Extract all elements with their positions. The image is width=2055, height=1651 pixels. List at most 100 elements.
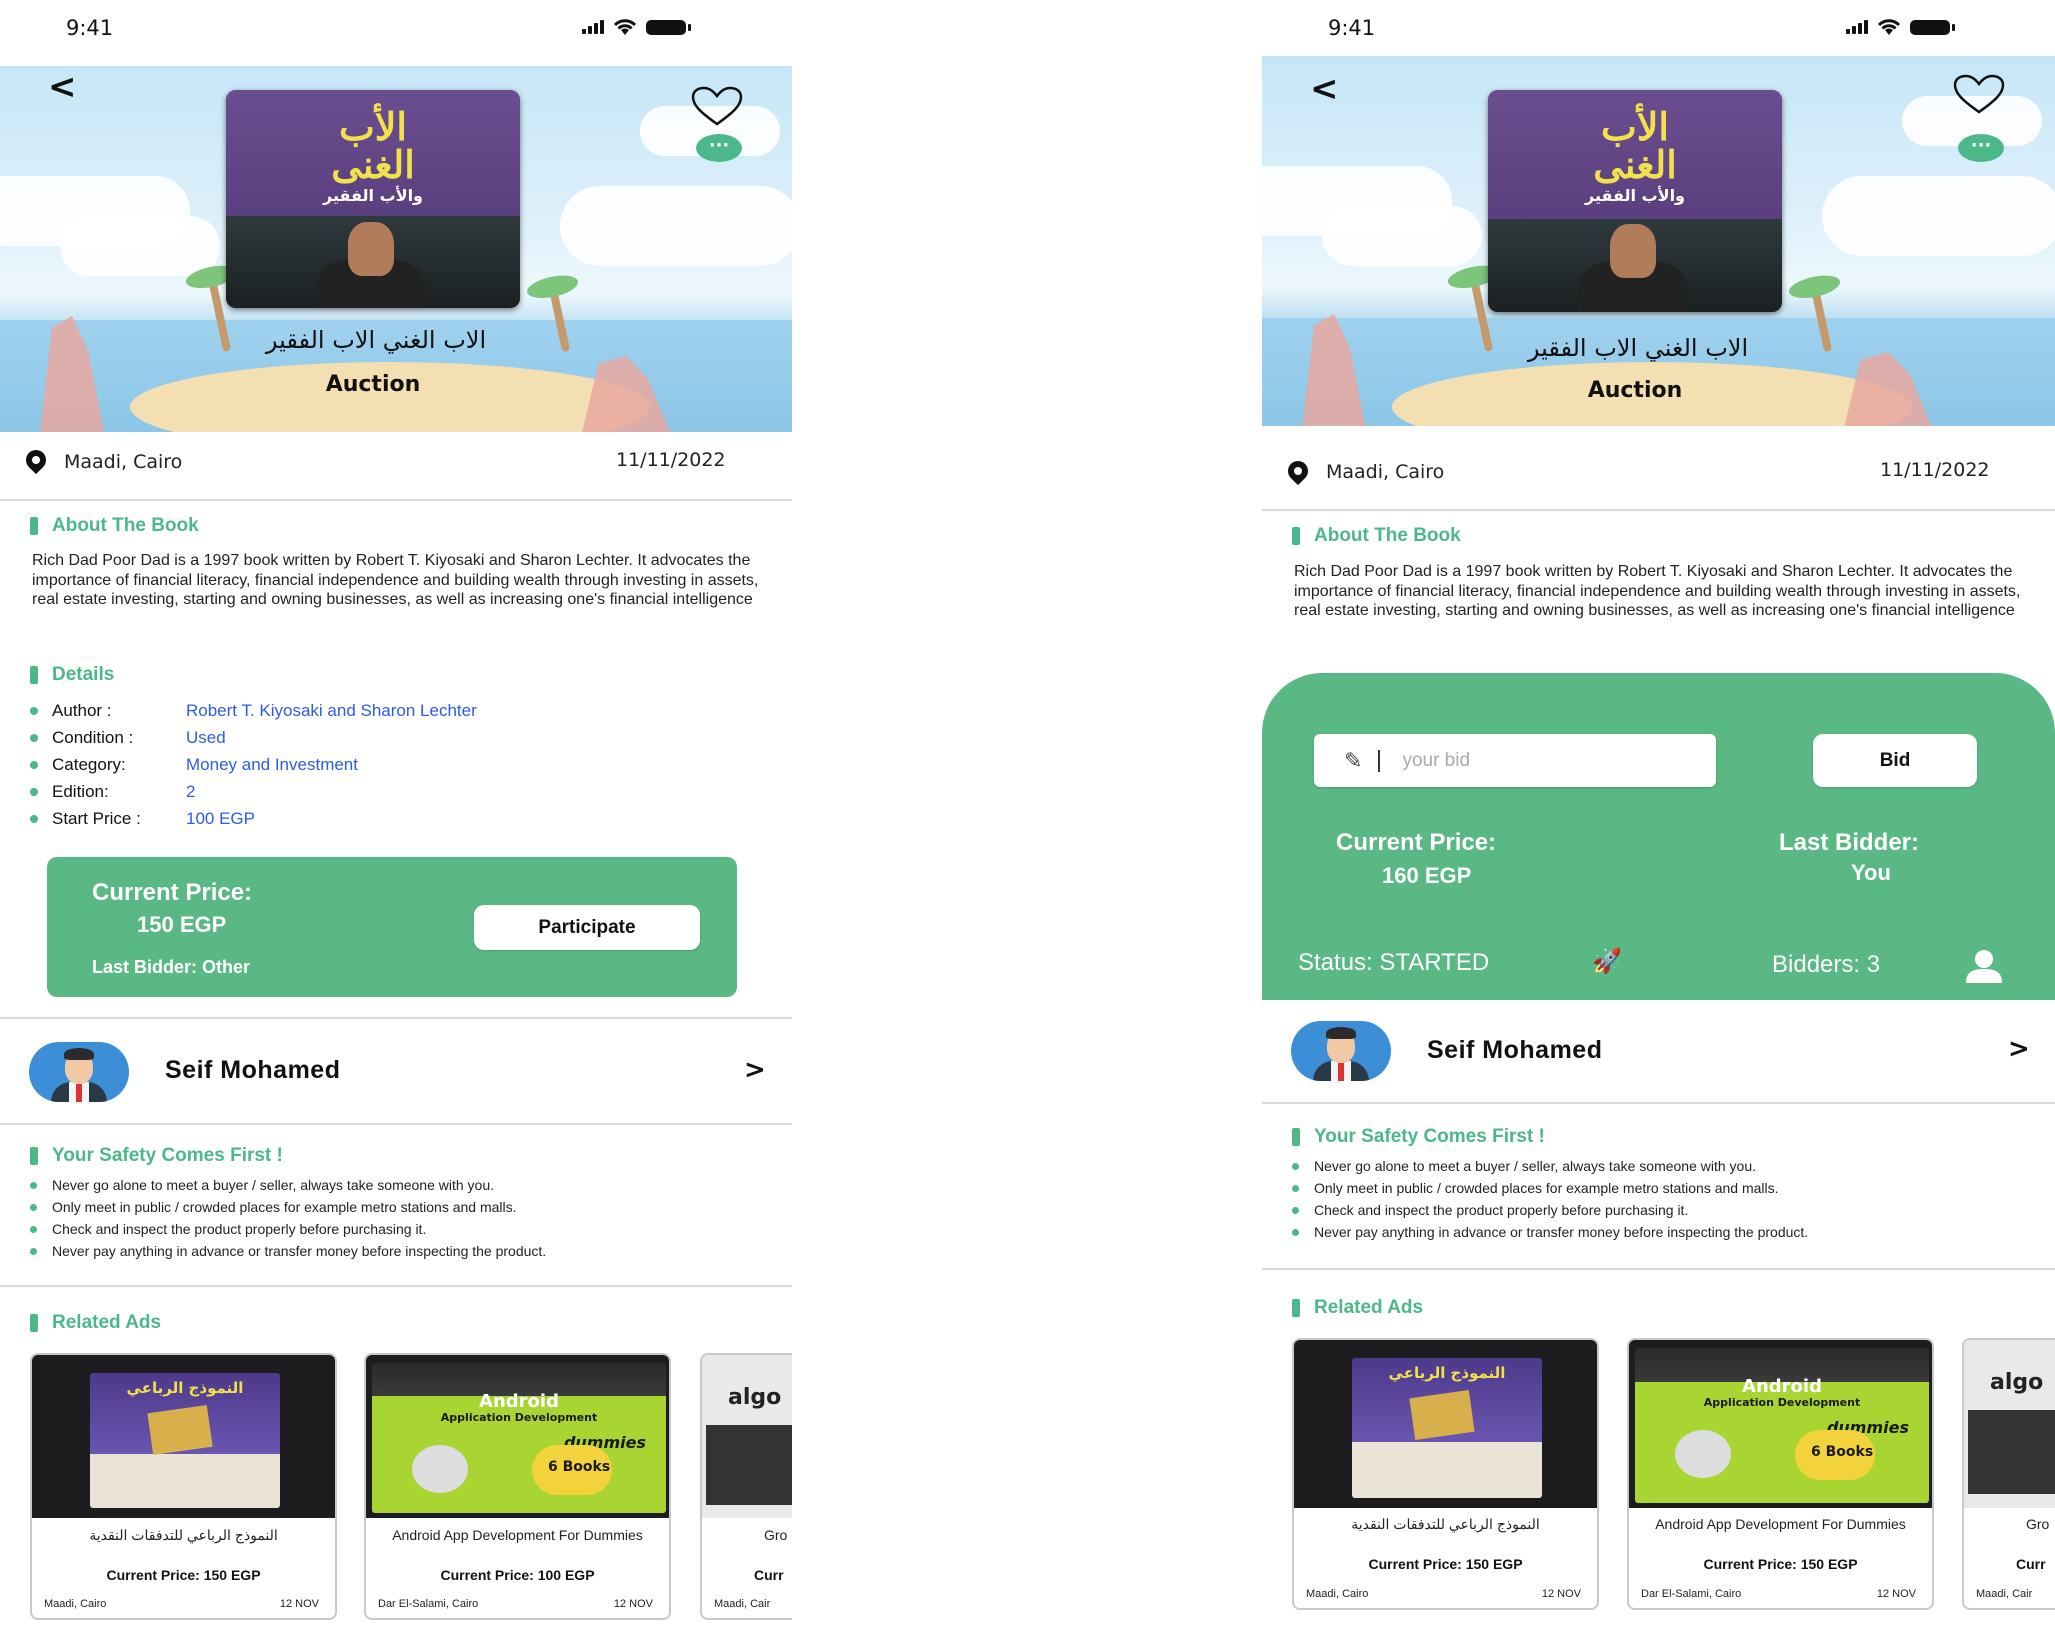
seller-avatar bbox=[1291, 1021, 1391, 1081]
heart-icon[interactable] bbox=[690, 86, 744, 128]
signal-icon bbox=[1846, 20, 1868, 34]
book-cover-image: الأب الغنى والأب الفقير bbox=[226, 90, 520, 308]
listing-date: 11/11/2022 bbox=[616, 449, 726, 471]
thumb-text: Application Development bbox=[440, 1411, 598, 1424]
cover-text-line2: الغنى bbox=[1593, 142, 1677, 187]
listing-type: Auction bbox=[325, 372, 421, 397]
ad-title: Android App Development For Dummies bbox=[392, 1527, 643, 1543]
about-heading-text: About The Book bbox=[1314, 525, 1461, 546]
current-price-value: 150 EGP bbox=[137, 912, 227, 937]
ad-location: Maadi, Cairo bbox=[1306, 1588, 1369, 1600]
about-heading-text: About The Book bbox=[52, 515, 199, 536]
safety-heading: Your Safety Comes First ! bbox=[30, 1145, 283, 1167]
bid-input[interactable] bbox=[1402, 749, 1603, 772]
about-text: Rich Dad Poor Dad is a 1997 book written… bbox=[32, 552, 759, 608]
related-ad-card[interactable]: algo Gro Curr Maadi, Cair bbox=[1962, 1338, 2055, 1610]
participate-button[interactable]: Participate bbox=[474, 905, 700, 950]
related-heading-text: Related Ads bbox=[1314, 1297, 1424, 1318]
ad-title: النموذج الرباعي للتدفقات النقدية bbox=[89, 1527, 278, 1543]
bid-button[interactable]: Bid bbox=[1813, 734, 1977, 787]
safety-heading-text: Your Safety Comes First ! bbox=[52, 1145, 283, 1166]
ad-location: Maadi, Cair bbox=[1976, 1588, 2033, 1600]
detail-value-category[interactable]: Money and Investment bbox=[186, 755, 358, 775]
current-price-label: Current Price: bbox=[1336, 829, 1497, 856]
ad-thumbnail: Android Application Development dummies … bbox=[1629, 1340, 1932, 1508]
current-price-card: Current Price: 150 EGP Last Bidder: Othe… bbox=[47, 857, 737, 997]
safety-tip-text: Never go alone to meet a buyer / seller,… bbox=[52, 1177, 495, 1193]
thumb-text: النموذج الرباعي bbox=[126, 1379, 244, 1397]
heart-icon[interactable] bbox=[1952, 74, 2006, 116]
ad-price: Curr bbox=[754, 1567, 784, 1583]
related-ad-card[interactable]: النموذج الرباعي النموذج الرباعي للتدفقات… bbox=[30, 1353, 337, 1620]
wifi-icon bbox=[613, 19, 637, 35]
details-heading: Details bbox=[30, 664, 114, 686]
current-price-label: Current Price: bbox=[92, 879, 253, 906]
safety-tip-text: Never pay anything in advance or transfe… bbox=[1314, 1224, 1809, 1240]
listing-header: الأب الغنى والأب الفقير < ··· الاب الغني… bbox=[1262, 56, 2055, 426]
detail-key: Condition : bbox=[52, 727, 134, 747]
pin-icon bbox=[21, 445, 51, 475]
safety-tip-text: Only meet in public / crowded places for… bbox=[52, 1199, 517, 1215]
ad-price: Current Price: 150 EGP bbox=[1703, 1556, 1858, 1572]
chat-icon[interactable]: ··· bbox=[696, 134, 742, 162]
chevron-right-icon[interactable]: > bbox=[744, 1055, 766, 1085]
ad-price: Current Price: 150 EGP bbox=[1368, 1556, 1523, 1572]
ad-location: Maadi, Cair bbox=[714, 1598, 771, 1610]
ad-title: Android App Development For Dummies bbox=[1655, 1516, 1906, 1532]
battery-icon bbox=[646, 19, 691, 35]
safety-tip-text: Never pay anything in advance or transfe… bbox=[52, 1243, 547, 1259]
related-heading: Related Ads bbox=[1292, 1297, 1423, 1319]
safety-tips-list: Never go alone to meet a buyer / seller,… bbox=[30, 1174, 546, 1262]
safety-tips-list: Never go alone to meet a buyer / seller,… bbox=[1292, 1155, 1808, 1243]
seller-name[interactable]: Seif Mohamed bbox=[1427, 1036, 1602, 1065]
ad-date: 12 NOV bbox=[1541, 1588, 1581, 1600]
detail-value-condition: Used bbox=[186, 727, 226, 747]
current-price-value: 160 EGP bbox=[1382, 863, 1472, 888]
ad-thumbnail: algo bbox=[702, 1355, 792, 1518]
safety-tip: Check and inspect the product properly b… bbox=[30, 1218, 546, 1240]
back-icon[interactable]: < bbox=[1310, 72, 1339, 106]
rocket-icon: 🚀 bbox=[1592, 948, 1622, 975]
related-ad-card[interactable]: النموذج الرباعي النموذج الرباعي للتدفقات… bbox=[1292, 1338, 1599, 1610]
signal-icon bbox=[582, 20, 604, 34]
detail-row-start-price: Start Price : 100 EGP bbox=[30, 805, 730, 832]
detail-key: Start Price : bbox=[52, 808, 141, 828]
listing-title: الاب الغني الاب الفقير bbox=[1527, 334, 1749, 362]
back-icon[interactable]: < bbox=[48, 70, 77, 104]
safety-tip-text: Never go alone to meet a buyer / seller,… bbox=[1314, 1158, 1757, 1174]
seller-name[interactable]: Seif Mohamed bbox=[165, 1056, 340, 1085]
about-text: Rich Dad Poor Dad is a 1997 book written… bbox=[1294, 563, 2021, 619]
detail-row-condition: Condition : Used bbox=[30, 724, 730, 751]
ad-thumbnail: algo bbox=[1964, 1340, 2055, 1508]
related-ad-card[interactable]: Android Application Development dummies … bbox=[364, 1353, 671, 1620]
ad-location: Dar El-Salami, Cairo bbox=[378, 1598, 479, 1610]
bidders-count: Bidders: 3 bbox=[1772, 951, 1881, 978]
ad-thumbnail: النموذج الرباعي bbox=[32, 1355, 335, 1518]
chat-icon[interactable]: ··· bbox=[1958, 134, 2004, 162]
divider bbox=[1262, 509, 2055, 511]
safety-tip: Never go alone to meet a buyer / seller,… bbox=[30, 1174, 546, 1196]
safety-tip: Never pay anything in advance or transfe… bbox=[1292, 1221, 1808, 1243]
related-ad-card[interactable]: Android Application Development dummies … bbox=[1627, 1338, 1934, 1610]
divider bbox=[1262, 1268, 2055, 1270]
location-text: Maadi, Cairo bbox=[64, 451, 183, 473]
details-list: Author : Robert T. Kiyosaki and Sharon Le… bbox=[30, 697, 730, 832]
detail-row-edition: Edition: 2 bbox=[30, 778, 730, 805]
detail-row-author: Author : Robert T. Kiyosaki and Sharon Le… bbox=[30, 697, 730, 724]
safety-tip-text: Only meet in public / crowded places for… bbox=[1314, 1180, 1779, 1196]
status-time: 9:41 bbox=[66, 16, 114, 40]
cover-text-line3: والأب الفقير bbox=[323, 186, 423, 205]
detail-value-author[interactable]: Robert T. Kiyosaki and Sharon Lechter bbox=[186, 701, 477, 721]
related-ad-card[interactable]: algo Gro Curr Maadi, Cair bbox=[700, 1353, 792, 1620]
auction-status: Status: STARTED bbox=[1298, 949, 1490, 976]
status-time: 9:41 bbox=[1328, 16, 1376, 40]
seller-avatar bbox=[29, 1042, 129, 1102]
cover-text-line3: والأب الفقير bbox=[1585, 186, 1685, 205]
bid-field[interactable]: ✎ bbox=[1314, 734, 1716, 787]
last-bidder-label: Last Bidder: bbox=[1779, 829, 1920, 856]
ad-title: النموذج الرباعي للتدفقات النقدية bbox=[1351, 1516, 1540, 1532]
chevron-right-icon[interactable]: > bbox=[2008, 1034, 2030, 1064]
divider bbox=[0, 1285, 792, 1287]
details-heading-text: Details bbox=[52, 664, 115, 685]
ad-price: Current Price: 100 EGP bbox=[440, 1567, 595, 1583]
